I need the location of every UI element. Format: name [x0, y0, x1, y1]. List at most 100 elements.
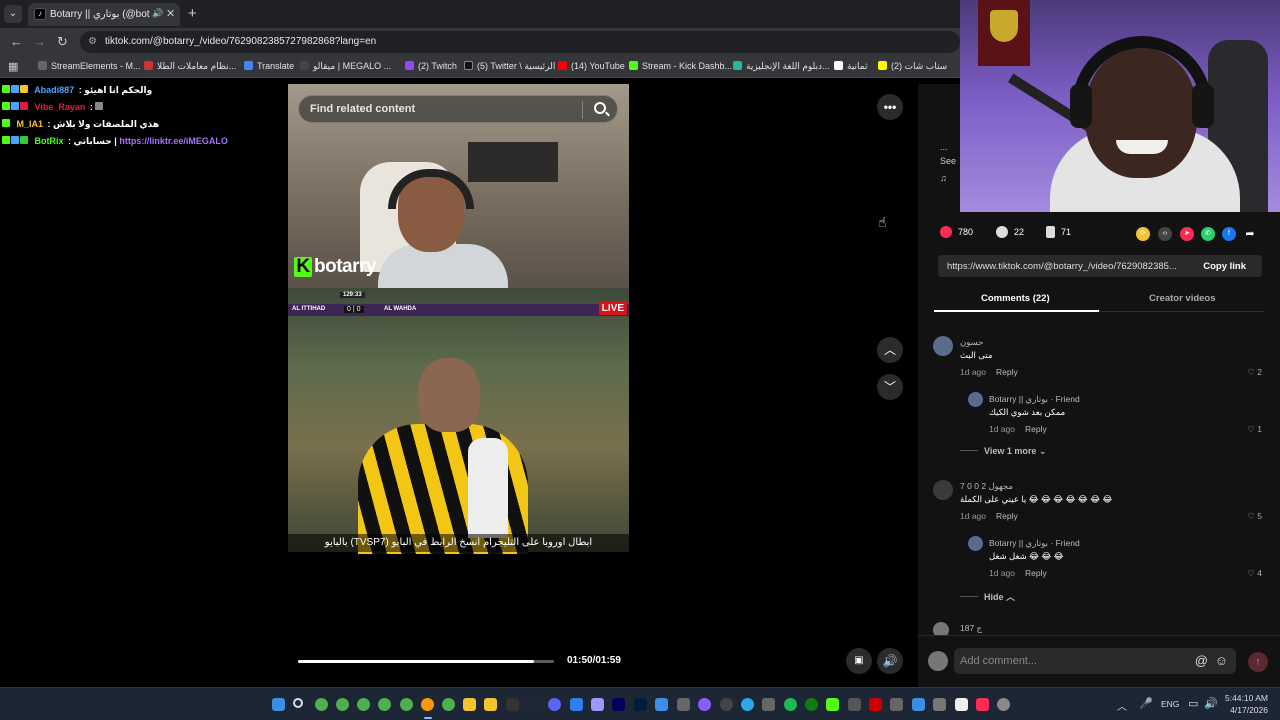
search-icon[interactable] — [594, 102, 606, 114]
chat-link[interactable]: https://linktr.ee/iMEGALO — [119, 136, 228, 146]
bookmark-item[interactable]: نظام معاملات الطلا... — [144, 61, 236, 72]
comment-author[interactable]: 187 ج — [960, 623, 982, 634]
app-icon[interactable] — [869, 698, 882, 711]
send-icon[interactable]: ➤ — [1180, 227, 1194, 241]
bookmark-item[interactable]: ميقالو | MEGALO ... — [300, 61, 391, 72]
avatar[interactable] — [933, 480, 953, 500]
next-video-icon[interactable]: ﹀ — [877, 374, 903, 400]
apps-grid-icon[interactable]: ▦ — [8, 60, 18, 73]
comment-author[interactable]: Botarry || بوتاري · Friend — [989, 538, 1080, 549]
share-icon[interactable]: ➦ — [1243, 227, 1257, 241]
avatar[interactable] — [968, 536, 983, 551]
volume-icon[interactable]: 🔊 — [877, 648, 903, 674]
tab-creator-videos[interactable]: Creator videos — [1149, 293, 1216, 304]
comment-author[interactable]: مجهول 2 0 0 7 — [960, 481, 1013, 492]
hide-replies[interactable]: Hide ︿ — [960, 590, 1015, 603]
kick-icon[interactable] — [826, 698, 839, 711]
like-button[interactable]: 780 — [940, 226, 973, 238]
mini-player-icon[interactable]: ▣ — [846, 648, 872, 674]
tray-chevron-icon[interactable]: ︿ — [1117, 698, 1127, 713]
app-icon[interactable] — [955, 698, 968, 711]
bookmark-item[interactable]: (5) Twitter \ الرئيسية — [464, 61, 555, 72]
close-tab-icon[interactable]: ✕ — [166, 7, 175, 20]
app-icon[interactable] — [677, 698, 690, 711]
comment-button[interactable]: 22 — [996, 226, 1024, 238]
xbox-icon[interactable] — [805, 698, 818, 711]
avatar[interactable] — [968, 392, 983, 407]
reload-icon[interactable]: ↻ — [57, 34, 68, 50]
search-icon[interactable] — [293, 698, 303, 708]
video-player[interactable]: Kbotarry AL ITTIHAD 0 | 0 AL WAHDA 129:3… — [288, 84, 629, 687]
bookmark-item[interactable]: StreamElements - M... — [38, 61, 141, 71]
post-comment-button[interactable]: ↑ — [1248, 652, 1268, 672]
repost-icon[interactable]: ⟳ — [1136, 227, 1150, 241]
comment-input[interactable]: Add comment... @ ☺ — [954, 648, 1236, 674]
whatsapp-icon[interactable]: ✆ — [1201, 227, 1215, 241]
app-icon[interactable] — [655, 698, 668, 711]
premiere-icon[interactable] — [612, 698, 625, 711]
language-indicator[interactable]: ENG — [1161, 699, 1179, 709]
reply-button[interactable]: Reply — [1025, 424, 1047, 434]
bookmark-item[interactable]: (2) سناب شات — [878, 61, 947, 72]
bookmark-item[interactable]: (14) YouTube — [558, 61, 625, 71]
chrome-icon[interactable] — [378, 698, 391, 711]
avatar[interactable] — [933, 336, 953, 356]
back-icon[interactable]: ← — [10, 34, 23, 49]
speaker-icon[interactable]: 🔊 — [152, 8, 163, 19]
chat-username[interactable]: BotRix — [35, 136, 64, 146]
tab-comments[interactable]: Comments (22) — [981, 293, 1050, 304]
folder-icon[interactable] — [463, 698, 476, 711]
telegram-icon[interactable] — [741, 698, 754, 711]
chrome-icon[interactable] — [400, 698, 413, 711]
browser-tab[interactable]: ♪ Botarry || بوتاري (@botarry_ 🔊 ✕ — [28, 3, 180, 26]
bookmark-item[interactable]: Stream - Kick Dashb... — [629, 61, 732, 71]
chat-username[interactable]: M_IA1 — [17, 119, 44, 129]
copy-link-button[interactable]: Copy link — [1203, 261, 1246, 272]
reply-button[interactable]: Reply — [996, 367, 1018, 377]
microphone-icon[interactable]: 🎤 — [1139, 697, 1153, 710]
bookmark-item[interactable]: ثمانية — [834, 61, 868, 72]
app-icon[interactable] — [912, 698, 925, 711]
chrome-icon[interactable] — [442, 698, 455, 711]
app-icon[interactable] — [890, 698, 903, 711]
chat-username[interactable]: Vibe_Rayan — [35, 102, 86, 112]
forward-icon[interactable]: → — [33, 34, 46, 49]
app-icon[interactable] — [698, 698, 711, 711]
settings-icon[interactable] — [997, 698, 1010, 711]
chrome-icon[interactable] — [336, 698, 349, 711]
comment-author[interactable]: Botarry || بوتاري · Friend — [989, 394, 1080, 405]
app-icon[interactable] — [506, 698, 519, 711]
previous-video-icon[interactable]: ︿ — [877, 337, 903, 363]
comment-like-button[interactable]: ♡ 5 — [1247, 511, 1262, 522]
embed-icon[interactable]: ‹› — [1158, 227, 1172, 241]
share-link-url[interactable]: https://www.tiktok.com/@botarry_/video/7… — [947, 261, 1187, 272]
spotify-icon[interactable] — [784, 698, 797, 711]
tiktok-icon[interactable] — [976, 698, 989, 711]
obs-icon[interactable] — [720, 698, 733, 711]
tab-search-button[interactable]: ⌄ — [4, 5, 22, 23]
chrome-icon[interactable] — [357, 698, 370, 711]
photoshop-icon[interactable] — [634, 698, 647, 711]
reply-button[interactable]: Reply — [996, 511, 1018, 521]
start-icon[interactable] — [272, 698, 285, 711]
view-more-replies[interactable]: View 1 more ⌄ — [960, 446, 1046, 457]
emoji-icon[interactable]: ☺ — [1215, 653, 1228, 668]
app-icon[interactable] — [848, 698, 861, 711]
reply-button[interactable]: Reply — [1025, 568, 1047, 578]
mention-icon[interactable]: @ — [1195, 653, 1208, 668]
chrome-icon[interactable] — [315, 698, 328, 711]
clock-time[interactable]: 5:44:10 AM — [1224, 693, 1268, 703]
music-icon[interactable]: ♫ — [940, 171, 956, 185]
new-tab-button[interactable]: + — [188, 5, 197, 22]
facebook-icon[interactable]: f — [1222, 227, 1236, 241]
chat-username[interactable]: Abadi887 — [34, 85, 74, 95]
comment-like-button[interactable]: ♡ 4 — [1247, 568, 1262, 579]
save-button[interactable]: 71 — [1046, 226, 1071, 238]
avatar[interactable] — [933, 622, 949, 635]
notes-icon[interactable] — [484, 698, 497, 711]
bookmark-item[interactable]: (2) Twitch — [405, 61, 457, 71]
app-icon[interactable] — [570, 698, 583, 711]
related-search-box[interactable]: Find related content — [298, 95, 618, 123]
volume-icon[interactable]: 🔊 — [1204, 697, 1218, 710]
comment-like-button[interactable]: ♡ 1 — [1247, 424, 1262, 435]
